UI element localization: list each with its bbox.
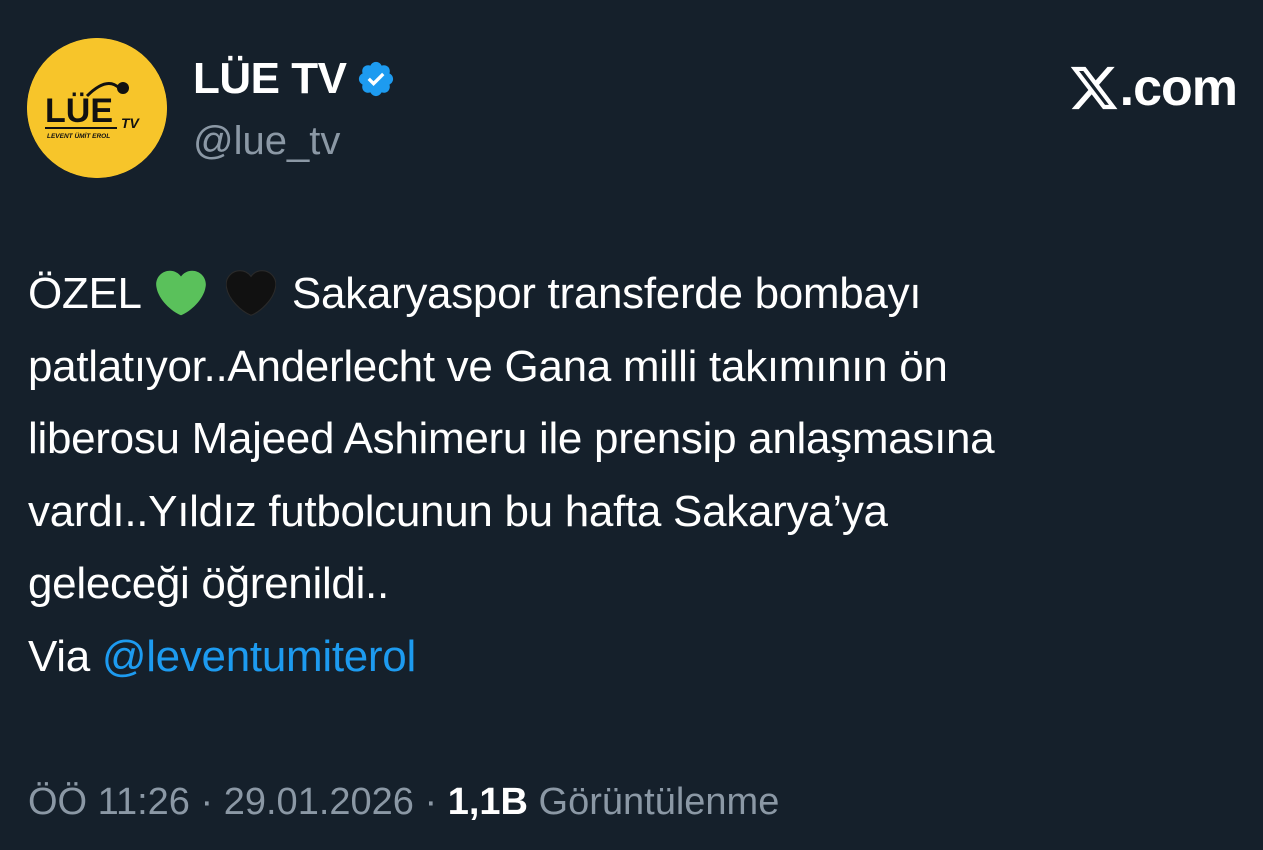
tweet-line-3: liberosu Majeed Ashimeru ile prensip anl… bbox=[28, 414, 995, 463]
avatar-logo-tv: TV bbox=[121, 115, 141, 131]
lue-logo-icon: LÜE TV LEVENT ÜMİT EROL bbox=[27, 38, 167, 178]
tweet-time[interactable]: ÖÖ 11:26 bbox=[28, 781, 190, 823]
tweet-text: ÖZEL Sakaryaspor transferde bombayı patl… bbox=[28, 258, 1243, 693]
avatar-logo-subtitle: LEVENT ÜMİT EROL bbox=[47, 131, 110, 140]
tweet-line-1-prefix: ÖZEL bbox=[28, 269, 141, 318]
author-handle[interactable]: @lue_tv bbox=[193, 116, 340, 166]
views-count[interactable]: 1,1B bbox=[448, 781, 528, 823]
tweet-meta: ÖÖ 11:26 · 29.01.2026 · 1,1B Görüntülenm… bbox=[28, 772, 779, 832]
avatar-logo-text: LÜE bbox=[45, 92, 113, 130]
avatar[interactable]: LÜE TV LEVENT ÜMİT EROL bbox=[27, 38, 167, 178]
meta-separator: · bbox=[200, 781, 214, 823]
author-name-row[interactable]: LÜE TV bbox=[193, 52, 396, 106]
meta-separator: · bbox=[424, 781, 438, 823]
tweet-via-line: Via @leventumiterol bbox=[28, 621, 1243, 694]
x-logo-icon bbox=[1070, 66, 1118, 110]
x-site-suffix: .com bbox=[1119, 59, 1238, 117]
tweet-line-2: patlatıyor..Anderlecht ve Gana milli tak… bbox=[28, 341, 948, 391]
via-label: Via bbox=[28, 631, 90, 681]
tweet-card: LÜE TV LEVENT ÜMİT EROL LÜE TV @lue_tv .… bbox=[0, 0, 1263, 850]
author-display-name[interactable]: LÜE TV bbox=[193, 52, 347, 106]
x-brand: .com bbox=[1068, 58, 1238, 118]
verified-badge-icon bbox=[359, 61, 394, 97]
via-mention-link[interactable]: @leventumiterol bbox=[102, 632, 416, 681]
tweet-date[interactable]: 29.01.2026 bbox=[224, 781, 414, 823]
views-label: Görüntülenme bbox=[538, 781, 780, 823]
black-heart-icon bbox=[225, 270, 276, 316]
green-heart-icon bbox=[156, 270, 206, 316]
tweet-line-1-suffix: Sakaryaspor transferde bombayı bbox=[291, 269, 922, 318]
tweet-line-5: geleceği öğrenildi.. bbox=[28, 559, 389, 608]
tweet-line-4: vardı..Yıldız futbolcunun bu hafta Sakar… bbox=[28, 486, 888, 536]
tweet-line-1: ÖZEL Sakaryaspor transferde bombayı bbox=[28, 258, 1243, 331]
